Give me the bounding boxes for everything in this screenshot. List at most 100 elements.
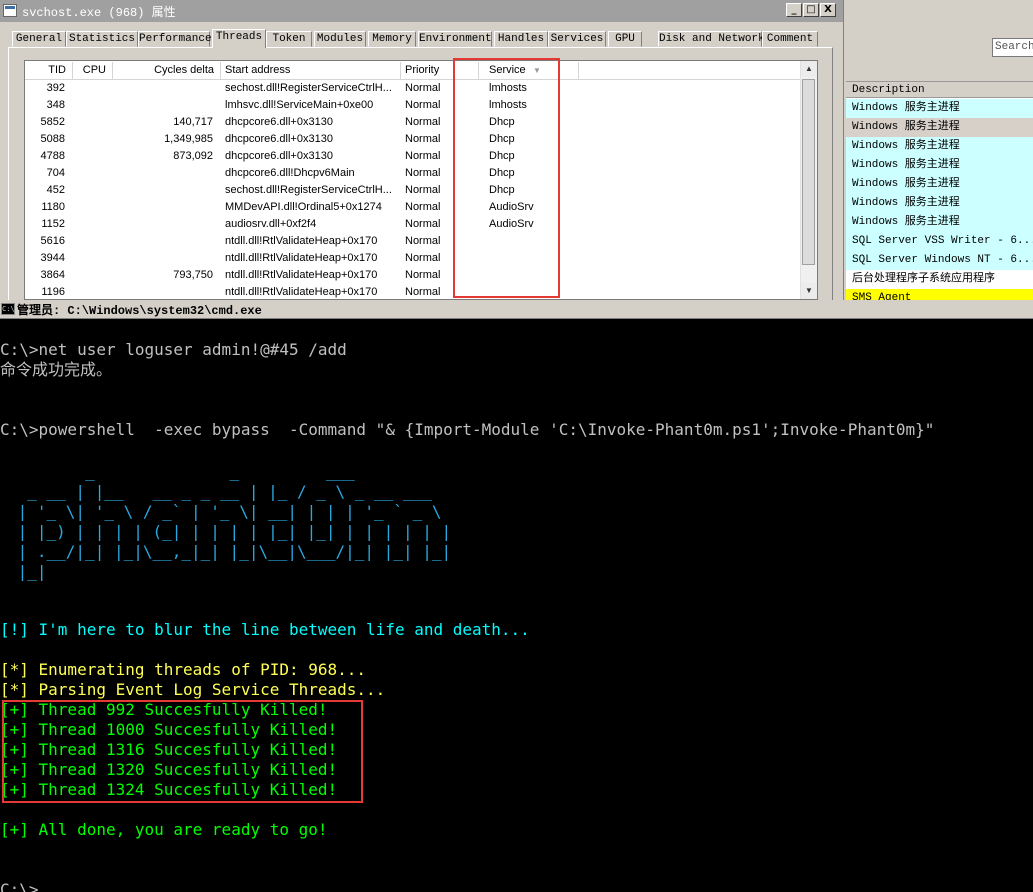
cell-priority: Normal [405,133,441,145]
table-row[interactable]: 5088 1,349,985 dhcpcore6.dll+0x3130 Normal D… [25,131,802,148]
cell-start-address: ntdll.dll!RtlValidateHeap+0x170 [225,235,378,247]
column-header-priority[interactable]: Priority [401,62,479,79]
tab-memory[interactable]: Memory [368,31,416,47]
cell-cpu [73,80,113,97]
cell-cpu [73,216,113,233]
description-row[interactable]: Windows 服务主进程 [846,156,1033,175]
table-row[interactable]: 452 sechost.dll!RegisterServiceCtrlH... No… [25,182,802,199]
table-row[interactable]: 3864 793,750 ntdll.dll!RtlValidateHeap+0x1… [25,267,802,284]
cell-cpu [73,250,113,267]
vertical-scrollbar[interactable]: ▲ ▼ [800,61,817,299]
cell-start-address: dhcpcore6.dll+0x3130 [225,133,333,145]
properties-titlebar[interactable]: svchost.exe (968) 属性 _ □ X [0,0,843,22]
cell-start-address: sechost.dll!RegisterServiceCtrlH... [225,82,392,94]
column-header-cycles-delta[interactable]: Cycles delta [113,62,221,79]
cell-start-address: ntdll.dll!RtlValidateHeap+0x170 [225,286,378,298]
cell-service: Dhcp [489,167,515,179]
description-row[interactable]: Windows 服务主进程 [846,99,1033,118]
description-row[interactable]: SQL Server VSS Writer - 6... [846,232,1033,251]
cell-service: lmhosts [489,99,527,111]
scroll-up-arrow-icon[interactable]: ▲ [801,61,817,77]
table-row[interactable]: 1196 ntdll.dll!RtlValidateHeap+0x170 Norma… [25,284,802,299]
table-row[interactable]: 5852 140,717 dhcpcore6.dll+0x3130 Normal Dhc… [25,114,802,131]
cell-tid: 5616 [40,235,65,247]
tab-general[interactable]: General [12,31,66,47]
cell-start-address: lmhsvc.dll!ServiceMain+0xe00 [225,99,374,111]
cell-cpu [73,182,113,199]
close-button[interactable]: X [820,3,836,17]
cmd-title: 管理员: C:\Windows\system32\cmd.exe [17,304,262,318]
console-killed-line: [+] Thread 1316 Succesfully Killed! [0,740,338,759]
description-row[interactable]: Windows 服务主进程 [846,175,1033,194]
table-row[interactable]: 348 lmhsvc.dll!ServiceMain+0xe00 Normal lmh… [25,97,802,114]
tab-gpu[interactable]: GPU [608,31,642,47]
cell-tid: 392 [46,82,65,94]
cmd-titlebar[interactable]: C:\ 管理员: C:\Windows\system32\cmd.exe [0,300,1033,319]
cell-service: Dhcp [489,184,515,196]
scroll-thumb[interactable] [802,79,815,265]
cell-cpu [73,199,113,216]
cell-cpu [73,233,113,250]
cell-cpu [73,131,113,148]
description-row[interactable]: Windows 服务主进程 [846,137,1033,156]
description-row[interactable]: Windows 服务主进程 [846,118,1033,137]
description-column-header[interactable]: Description [846,82,1033,98]
scroll-down-arrow-icon[interactable]: ▼ [801,283,817,299]
cell-service [479,267,579,284]
table-row[interactable]: 1180 MMDevAPI.dll!Ordinal5+0x1274 Normal Au… [25,199,802,216]
cell-priority: Normal [405,201,441,213]
tab-threads[interactable]: Threads [212,29,266,48]
maximize-button[interactable]: □ [803,3,819,17]
description-row[interactable]: Windows 服务主进程 [846,194,1033,213]
console-all-done: [+] All done, you are ready to go! [0,820,328,839]
column-header-tid[interactable]: TID [25,62,73,79]
window-title: svchost.exe (968) 属性 [22,6,176,20]
console-command-net-user: C:\>net user loguser admin!@#45 /add [0,340,347,359]
tab-services[interactable]: Services [548,31,606,47]
cell-start-address: sechost.dll!RegisterServiceCtrlH... [225,184,392,196]
threads-list[interactable]: TID CPU Cycles delta Start address Priority S… [24,60,818,300]
table-row[interactable]: 5616 ntdll.dll!RtlValidateHeap+0x170 Norma… [25,233,802,250]
tab-statistics[interactable]: Statistics [66,31,138,47]
table-row[interactable]: 392 sechost.dll!RegisterServiceCtrlH... No… [25,80,802,97]
search-input[interactable]: Search [992,38,1033,57]
cell-tid: 1152 [41,218,65,230]
cell-cycles-delta [113,216,221,233]
cell-cpu [73,97,113,114]
phant0m-ascii-banner: _ _ ___ _ __ | |__ __ _ _ __ | |_ / _ \ … [17,462,452,581]
table-row[interactable]: 704 dhcpcore6.dll!Dhcpv6Main Normal Dhcp [25,165,802,182]
cell-cycles-delta: 1,349,985 [164,133,213,145]
properties-window: svchost.exe (968) 属性 _ □ X General Statis… [0,0,843,300]
tab-modules[interactable]: Modules [314,31,366,47]
tab-handles[interactable]: Handles [494,31,548,47]
tab-token[interactable]: Token [266,31,312,47]
tab-comment[interactable]: Comment [762,31,818,47]
cell-priority: Normal [405,269,441,281]
column-header-start-address[interactable]: Start address [221,62,401,79]
cell-tid: 704 [46,167,65,179]
table-row[interactable]: 4788 873,092 dhcpcore6.dll+0x3130 Normal Dhc… [25,148,802,165]
table-row[interactable]: 1152 audiosrv.dll+0xf2f4 Normal AudioSrv [25,216,802,233]
console-prompt[interactable]: C:\> [0,880,39,892]
description-list[interactable]: Description Windows 服务主进程 Windows 服务主进程 Wi… [846,81,1033,300]
cell-cycles-delta: 793,750 [173,269,213,281]
cell-service: lmhosts [489,82,527,94]
cell-start-address: ntdll.dll!RtlValidateHeap+0x170 [225,252,378,264]
tab-environment[interactable]: Environment [418,31,492,47]
column-header-service[interactable]: Service [479,62,579,79]
description-row[interactable]: 后台处理程序子系统应用程序 [846,270,1033,289]
description-row[interactable]: SMS Agent [846,289,1033,300]
cell-priority: Normal [405,218,441,230]
minimize-button[interactable]: _ [786,3,802,17]
cell-cpu [73,165,113,182]
tab-disk-and-network[interactable]: Disk and Network [658,31,765,47]
cell-tid: 452 [46,184,65,196]
column-header-cpu[interactable]: CPU [73,62,113,79]
tab-performance[interactable]: Performance [138,31,212,47]
cell-cycles-delta: 873,092 [173,150,213,162]
cell-cycles-delta [113,80,221,97]
column-header-filler [579,62,802,79]
table-row[interactable]: 3944 ntdll.dll!RtlValidateHeap+0x170 Norma… [25,250,802,267]
description-row[interactable]: SQL Server Windows NT - 6... [846,251,1033,270]
description-row[interactable]: Windows 服务主进程 [846,213,1033,232]
